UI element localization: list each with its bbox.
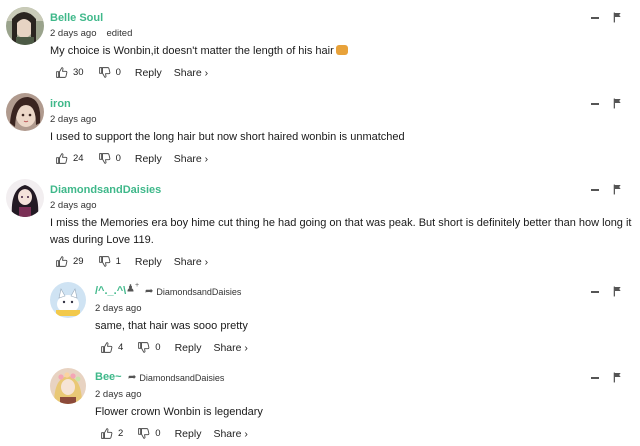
- upvote-button[interactable]: 2: [100, 427, 123, 440]
- dislike-count: 0: [155, 428, 161, 439]
- comment-controls: [591, 12, 622, 23]
- like-count: 29: [73, 256, 84, 267]
- avatar[interactable]: [6, 179, 44, 217]
- comment-controls: [591, 184, 622, 195]
- upvote-button[interactable]: 29: [55, 255, 84, 268]
- comment-text: same, that hair was sooo pretty: [95, 320, 248, 332]
- dislike-count: 0: [155, 342, 161, 353]
- minus-icon[interactable]: [591, 16, 599, 19]
- reply-to: ➦ DiamondsandDaisies: [128, 372, 224, 383]
- timestamp[interactable]: 2 days ago: [50, 114, 96, 125]
- comment-controls: [591, 98, 622, 109]
- dislike-count: 1: [115, 256, 121, 267]
- reply-to-username[interactable]: DiamondsandDaisies: [156, 287, 241, 297]
- comment-actions: 30 0 Reply Share ›: [55, 66, 208, 79]
- thumbs-down-icon: [98, 66, 111, 79]
- share-button[interactable]: Share ›: [174, 67, 208, 79]
- share-button[interactable]: Share ›: [174, 153, 208, 165]
- username[interactable]: Belle Soul: [50, 12, 103, 24]
- comment-controls: [591, 286, 622, 297]
- thumbs-up-icon: [100, 427, 113, 440]
- flag-icon[interactable]: [613, 12, 622, 23]
- like-count: 24: [73, 153, 84, 164]
- thumbs-up-icon: [55, 152, 68, 165]
- comment: iron 2 days ago I used to support the lo…: [0, 86, 640, 172]
- comment: Belle Soul 2 days ago edited My choice is…: [0, 0, 640, 86]
- avatar[interactable]: [6, 93, 44, 131]
- share-button[interactable]: Share ›: [213, 342, 247, 354]
- like-count: 30: [73, 67, 84, 78]
- reply-to: ➦ DiamondsandDaisies: [145, 286, 241, 297]
- reply-comment: Bee~ ➦ DiamondsandDaisies 2 days ago Flo…: [0, 362, 640, 446]
- timestamp[interactable]: 2 days ago: [95, 389, 141, 400]
- avatar[interactable]: [6, 7, 44, 45]
- dislike-count: 0: [115, 67, 121, 78]
- flag-icon[interactable]: [613, 184, 622, 195]
- reply-button[interactable]: Reply: [135, 256, 162, 268]
- thumbs-down-icon: [98, 152, 111, 165]
- downvote-button[interactable]: 0: [98, 66, 121, 79]
- timestamp[interactable]: 2 days ago: [50, 200, 96, 211]
- username[interactable]: iron: [50, 98, 71, 110]
- share-button[interactable]: Share ›: [213, 428, 247, 440]
- reply-comment: /^._.^\ ♟+ ➦ DiamondsandDaisies 2 days a…: [0, 276, 640, 362]
- reply-button[interactable]: Reply: [175, 428, 202, 440]
- comment-actions: 4 0 Reply Share ›: [100, 341, 248, 354]
- upvote-button[interactable]: 30: [55, 66, 84, 79]
- thumbs-down-icon: [98, 255, 111, 268]
- thumbs-up-icon: [55, 255, 68, 268]
- downvote-button[interactable]: 0: [137, 427, 161, 440]
- add-person-icon[interactable]: ♟+: [126, 282, 139, 294]
- username[interactable]: /^._.^\: [95, 285, 126, 297]
- comment-text: Flower crown Wonbin is legendary: [95, 406, 263, 418]
- downvote-button[interactable]: 0: [98, 152, 121, 165]
- avatar[interactable]: [50, 368, 86, 404]
- reply-button[interactable]: Reply: [135, 67, 162, 79]
- comment: DiamondsandDaisies 2 days ago I miss the…: [0, 172, 640, 276]
- minus-icon[interactable]: [591, 376, 599, 379]
- reply-arrow-icon: ➦: [145, 286, 154, 297]
- upvote-button[interactable]: 24: [55, 152, 84, 165]
- comment-meta: 2 days ago edited: [50, 28, 132, 39]
- reply-arrow-icon: ➦: [128, 372, 137, 383]
- comment-meta: 2 days ago: [50, 114, 96, 125]
- comment-meta: 2 days ago: [50, 200, 96, 211]
- share-button[interactable]: Share ›: [174, 256, 208, 268]
- reply-button[interactable]: Reply: [175, 342, 202, 354]
- reply-button[interactable]: Reply: [135, 153, 162, 165]
- timestamp[interactable]: 2 days ago: [50, 28, 96, 39]
- comment-text: I miss the Memories era boy hime cut thi…: [50, 217, 632, 246]
- timestamp[interactable]: 2 days ago: [95, 303, 141, 314]
- comment-text: My choice is Wonbin,it doesn't matter th…: [50, 43, 348, 60]
- comment-text: I used to support the long hair but now …: [50, 131, 405, 143]
- reply-to-username[interactable]: DiamondsandDaisies: [139, 373, 224, 383]
- thumbs-down-icon: [137, 427, 150, 440]
- flag-icon[interactable]: [613, 372, 622, 383]
- like-count: 2: [118, 428, 124, 439]
- edited-label: edited: [106, 28, 133, 39]
- username[interactable]: DiamondsandDaisies: [50, 184, 161, 196]
- downvote-button[interactable]: 0: [137, 341, 161, 354]
- thumbs-up-icon: [100, 341, 113, 354]
- upvote-button[interactable]: 4: [100, 341, 123, 354]
- thumbs-up-icon: [55, 66, 68, 79]
- comment-meta: 2 days ago: [95, 389, 141, 400]
- thumbs-down-icon: [137, 341, 150, 354]
- cat-emoji-icon: [335, 45, 348, 55]
- downvote-button[interactable]: 1: [98, 255, 121, 268]
- minus-icon[interactable]: [591, 102, 599, 105]
- comment-meta: 2 days ago: [95, 303, 141, 314]
- avatar[interactable]: [50, 282, 86, 318]
- comment-actions: 2 0 Reply Share ›: [100, 427, 248, 440]
- comment-actions: 24 0 Reply Share ›: [55, 152, 208, 165]
- minus-icon[interactable]: [591, 188, 599, 191]
- comment-controls: [591, 372, 622, 383]
- like-count: 4: [118, 342, 124, 353]
- flag-icon[interactable]: [613, 286, 622, 297]
- flag-icon[interactable]: [613, 98, 622, 109]
- comment-actions: 29 1 Reply Share ›: [55, 255, 208, 268]
- username[interactable]: Bee~: [95, 371, 122, 383]
- minus-icon[interactable]: [591, 290, 599, 293]
- dislike-count: 0: [115, 153, 121, 164]
